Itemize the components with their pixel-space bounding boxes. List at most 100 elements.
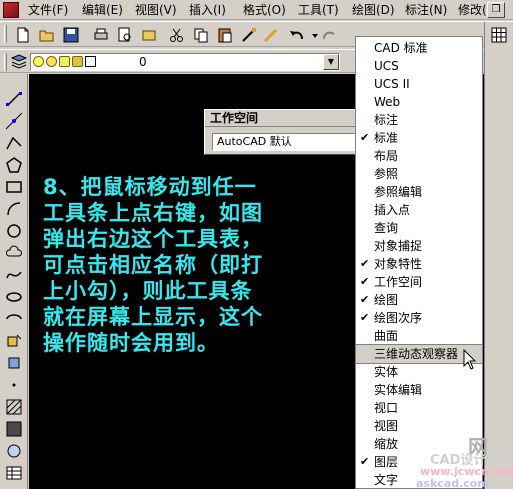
toolbar-context-menu: CAD 标准 UCS UCS II Web 标注 ✔ 标准 布局 参照 参照编辑 插入点 查询 对象捕捉… [355, 36, 483, 489]
context-menu-item-label: 工作空间 [374, 275, 423, 289]
context-menu-item[interactable]: 参照编辑 [356, 183, 482, 201]
context-menu-item[interactable]: 插入点 [356, 201, 482, 219]
site-watermark: 网 CAD设计论坛 www.jcwcn.com askcad.com [408, 425, 513, 489]
checkmark-icon: ✔ [360, 275, 370, 288]
checkmark-icon: ✔ [360, 455, 370, 468]
context-menu-item-label: 标准 [374, 131, 399, 145]
context-menu-item-label: 布局 [374, 149, 399, 163]
workspace-dropdown[interactable]: AutoCAD 默认 [212, 133, 362, 151]
menu-format[interactable]: 格式(O) [243, 2, 286, 18]
open-file-icon[interactable] [38, 26, 56, 44]
mouse-cursor-icon [463, 348, 477, 371]
line-icon[interactable] [5, 90, 23, 108]
rectangle-icon[interactable] [5, 178, 23, 196]
arc-icon[interactable] [5, 200, 23, 218]
context-menu-item[interactable]: UCS II [356, 75, 482, 93]
cut-icon[interactable] [168, 26, 186, 44]
layer-thaw-icon[interactable] [46, 56, 57, 67]
new-file-icon[interactable] [14, 26, 32, 44]
context-menu-item[interactable]: 参照 [356, 165, 482, 183]
layer-manager-icon[interactable] [10, 52, 28, 70]
print-icon[interactable] [92, 26, 110, 44]
polyline-icon[interactable] [5, 134, 23, 152]
menu-view[interactable]: 视图(V) [135, 2, 177, 18]
context-menu-item[interactable]: ✔ 绘图次序 [356, 309, 482, 327]
checkmark-icon: ✔ [360, 257, 370, 270]
hatch-icon[interactable] [5, 398, 23, 416]
circle-icon[interactable] [5, 222, 23, 240]
ellipse-icon[interactable] [5, 288, 23, 306]
context-menu-item[interactable]: 实体编辑 [356, 381, 482, 399]
construction-line-icon[interactable] [5, 112, 23, 130]
insert-block-icon[interactable] [5, 332, 23, 350]
menu-insert[interactable]: 插入(I) [189, 2, 226, 18]
restore-window-button[interactable]: ❐ [487, 2, 505, 18]
layer-lock-icon[interactable] [72, 56, 83, 67]
context-menu-item-label: 视图 [374, 419, 399, 433]
layer-viewport-icon[interactable] [59, 56, 70, 67]
publish-icon[interactable] [140, 26, 158, 44]
point-icon[interactable] [5, 376, 23, 394]
redo-icon[interactable] [320, 26, 338, 44]
context-menu-item[interactable]: 标注 [356, 111, 482, 129]
layer-on-icon[interactable] [33, 56, 44, 67]
undo-icon[interactable] [288, 26, 306, 44]
context-menu-item[interactable]: 布局 [356, 147, 482, 165]
context-menu-item[interactable]: ✔ 对象特性 [356, 255, 482, 273]
context-menu-item[interactable]: CAD 标准 [356, 39, 482, 57]
undo-dropdown-icon[interactable] [306, 26, 318, 44]
context-menu-item[interactable]: Web [356, 93, 482, 111]
region-icon[interactable] [5, 442, 23, 460]
grid-icon[interactable] [490, 26, 508, 44]
table-icon[interactable] [5, 464, 23, 482]
current-layer-name: 0 [139, 55, 147, 69]
revision-cloud-icon[interactable] [5, 244, 23, 262]
layer-dropdown[interactable]: 0 ▼ [30, 53, 340, 71]
match-properties-icon[interactable] [240, 26, 258, 44]
context-menu-item[interactable]: ✔ 绘图 [356, 291, 482, 309]
menu-modify[interactable]: 修改(M) [458, 2, 486, 18]
copy-icon[interactable] [192, 26, 210, 44]
layer-color-swatch[interactable] [85, 56, 96, 67]
menu-file[interactable]: 文件(F) [28, 2, 68, 18]
context-menu-item[interactable]: 对象捕捉 [356, 237, 482, 255]
gradient-icon[interactable] [5, 420, 23, 438]
tutorial-instruction-text: 8、把鼠标移动到任一 工具条上点右键，如图 弹出右边这个工具表， 可点击相应名称… [43, 175, 263, 355]
menu-tools[interactable]: 工具(T) [298, 2, 339, 18]
context-menu-item[interactable]: ✔ 标准 [356, 129, 482, 147]
menu-draw[interactable]: 绘图(D) [352, 2, 395, 18]
context-menu-item-label: CAD 标准 [374, 41, 428, 55]
context-menu-item[interactable]: 查询 [356, 219, 482, 237]
context-menu-item[interactable]: UCS [356, 57, 482, 75]
draw-toolbar [0, 74, 28, 489]
ellipse-arc-icon[interactable] [5, 310, 23, 328]
context-menu-item-label: 三维动态观察器 [374, 347, 459, 361]
watermark-url-2: askcad.com [416, 477, 489, 489]
menu-dimension[interactable]: 标注(N) [405, 2, 447, 18]
context-menu-item-label: 绘图 [374, 293, 399, 307]
context-menu-item[interactable]: ✔ 工作空间 [356, 273, 482, 291]
checkmark-icon: ✔ [360, 293, 370, 306]
autocad-app-icon[interactable] [3, 2, 19, 18]
layer-dropdown-arrow[interactable]: ▼ [323, 54, 339, 70]
context-menu-item[interactable]: 视口 [356, 399, 482, 417]
context-menu-item[interactable]: 曲面 [356, 327, 482, 345]
context-menu-item-label: 曲面 [374, 329, 399, 343]
context-menu-item-label: 绘图次序 [374, 311, 423, 325]
context-menu-item-label: 文字 [374, 473, 399, 487]
polygon-icon[interactable] [5, 156, 23, 174]
toolbar-grip[interactable] [4, 53, 7, 71]
spline-icon[interactable] [5, 266, 23, 284]
workspace-toolbar-title[interactable]: 工作空间 [205, 110, 363, 127]
context-menu-item-label: 参照 [374, 167, 399, 181]
print-preview-icon[interactable] [116, 26, 134, 44]
context-menu-item-label: 参照编辑 [374, 185, 423, 199]
make-block-icon[interactable] [5, 354, 23, 372]
block-editor-icon[interactable] [262, 26, 280, 44]
context-menu-item-label: 实体编辑 [374, 383, 423, 397]
toolbar-grip[interactable] [4, 25, 7, 43]
menu-bar: 文件(F) 编辑(E) 视图(V) 插入(I) 格式(O) 工具(T) 绘图(D… [0, 0, 513, 20]
menu-edit[interactable]: 编辑(E) [82, 2, 123, 18]
save-icon[interactable] [62, 26, 80, 44]
paste-icon[interactable] [216, 26, 234, 44]
